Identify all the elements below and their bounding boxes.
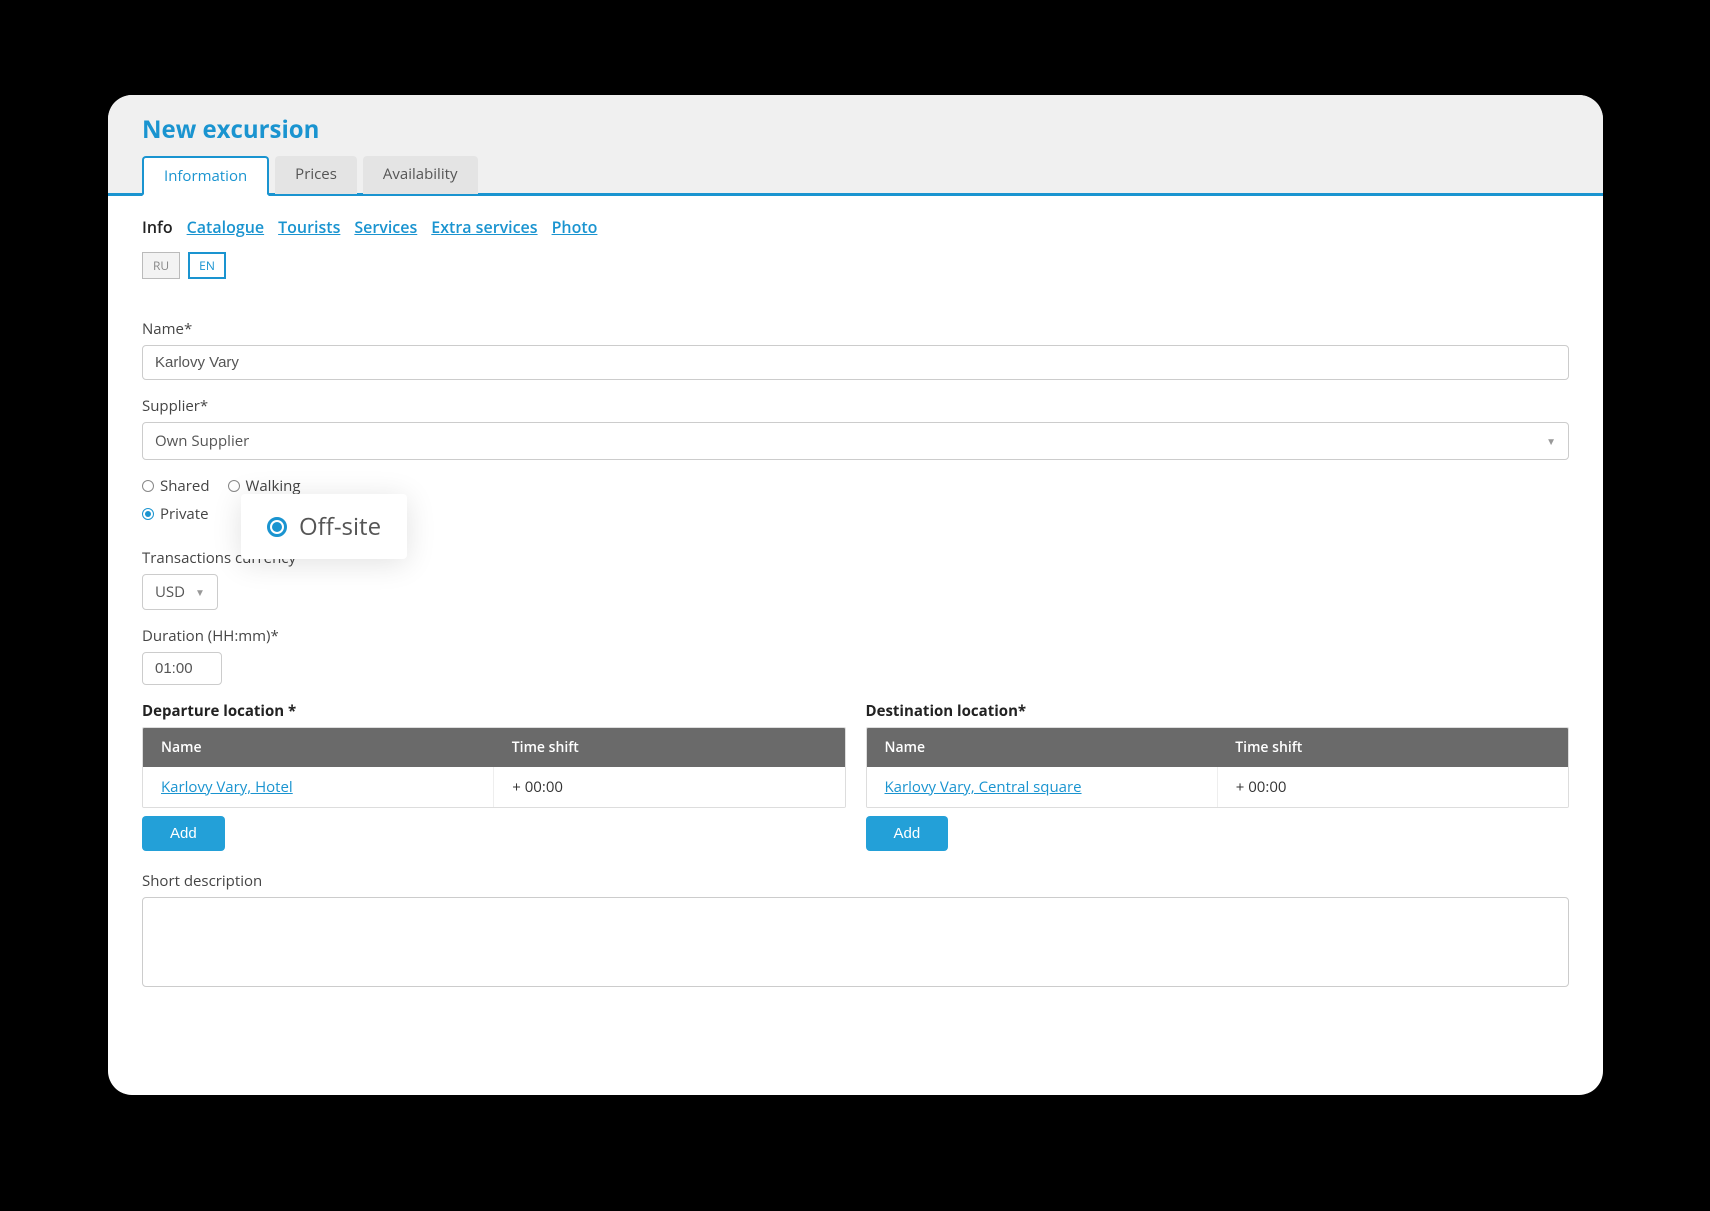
destination-table: Name Time shift Karlovy Vary, Central sq… (866, 727, 1570, 808)
chevron-down-icon: ▼ (1546, 434, 1556, 448)
radio-icon (142, 508, 154, 520)
col-name-header: Name (867, 728, 1218, 767)
lang-ru-button[interactable]: RU (142, 252, 180, 279)
col-timeshift-header: Time shift (494, 728, 845, 767)
radio-private[interactable]: Private (142, 504, 210, 524)
page-title: New excursion (108, 113, 1603, 156)
subnav-catalogue[interactable]: Catalogue (187, 216, 265, 238)
chevron-down-icon: ▼ (195, 585, 205, 599)
offsite-popup[interactable]: Off-site (241, 494, 407, 559)
currency-select[interactable]: USD ▼ (142, 574, 218, 610)
radio-icon (142, 480, 154, 492)
destination-name-link[interactable]: Karlovy Vary, Central square (885, 777, 1082, 797)
radio-walking-label: Walking (246, 476, 301, 496)
lang-en-button[interactable]: EN (188, 252, 226, 279)
supplier-select[interactable]: Own Supplier ▼ (142, 422, 1569, 460)
add-departure-button[interactable]: Add (142, 816, 225, 851)
radio-icon (228, 480, 240, 492)
short-description-label: Short description (142, 871, 1569, 891)
subnav-tourists[interactable]: Tourists (278, 216, 340, 238)
subnav-photo[interactable]: Photo (552, 216, 598, 238)
short-description-input[interactable] (142, 897, 1569, 987)
destination-label: Destination location* (866, 701, 1570, 721)
supplier-value: Own Supplier (155, 431, 249, 451)
main-tabs: Information Prices Availability (108, 156, 1603, 196)
col-timeshift-header: Time shift (1217, 728, 1568, 767)
type-radio-group: Shared Private Walking Off-site (142, 476, 1569, 524)
currency-value: USD (155, 582, 185, 602)
departure-table: Name Time shift Karlovy Vary, Hotel + 00… (142, 727, 846, 808)
add-destination-button[interactable]: Add (866, 816, 949, 851)
name-input[interactable] (142, 345, 1569, 380)
radio-icon (267, 517, 287, 537)
departure-timeshift: + 00:00 (493, 767, 844, 807)
col-name-header: Name (143, 728, 494, 767)
tab-information[interactable]: Information (142, 156, 269, 196)
subnav-extra-services[interactable]: Extra services (431, 216, 537, 238)
duration-label: Duration (HH:mm)* (142, 626, 1569, 646)
radio-shared[interactable]: Shared (142, 476, 210, 496)
departure-name-link[interactable]: Karlovy Vary, Hotel (161, 777, 293, 797)
tab-prices[interactable]: Prices (275, 156, 357, 194)
radio-walking[interactable]: Walking (228, 476, 301, 496)
table-row: Karlovy Vary, Hotel + 00:00 (143, 767, 845, 807)
radio-offsite-label: Off-site (299, 510, 381, 543)
supplier-label: Supplier* (142, 396, 1569, 416)
destination-column: Destination location* Name Time shift Ka… (866, 701, 1570, 851)
radio-private-label: Private (160, 504, 209, 524)
destination-timeshift: + 00:00 (1217, 767, 1568, 807)
tab-availability[interactable]: Availability (363, 156, 478, 194)
subnav-info[interactable]: Info (142, 216, 173, 238)
name-label: Name* (142, 319, 1569, 339)
departure-column: Departure location * Name Time shift Kar… (142, 701, 846, 851)
content: Info Catalogue Tourists Services Extra s… (108, 196, 1603, 1022)
header-area: New excursion Information Prices Availab… (108, 95, 1603, 196)
language-row: RU EN (142, 252, 1569, 279)
departure-label: Departure location * (142, 701, 846, 721)
radio-shared-label: Shared (160, 476, 210, 496)
subnav: Info Catalogue Tourists Services Extra s… (142, 216, 1569, 238)
table-row: Karlovy Vary, Central square + 00:00 (867, 767, 1569, 807)
window: New excursion Information Prices Availab… (108, 95, 1603, 1095)
duration-input[interactable] (142, 652, 222, 685)
subnav-services[interactable]: Services (354, 216, 417, 238)
